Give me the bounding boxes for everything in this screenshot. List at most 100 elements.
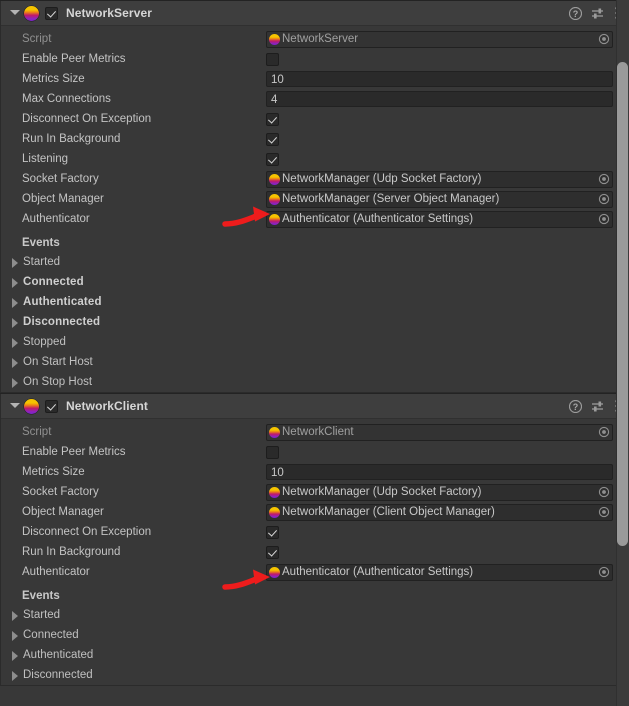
foldout-arrow-icon[interactable] — [7, 399, 21, 413]
object-picker-icon[interactable] — [596, 566, 611, 578]
object-picker-icon-glyph — [598, 213, 609, 225]
event-foldout-row[interactable]: Authenticated — [0, 645, 629, 665]
property-field: NetworkManager (Udp Socket Factory) — [266, 483, 629, 501]
object-reference-field[interactable]: NetworkClient — [266, 423, 613, 441]
property-checkbox[interactable] — [266, 525, 279, 539]
object-picker-icon[interactable] — [596, 486, 611, 498]
preset-icon[interactable] — [591, 400, 605, 413]
property-field — [266, 545, 629, 559]
property-field: NetworkServer — [266, 30, 629, 48]
property-label: Run In Background — [22, 133, 121, 145]
script-component-icon — [24, 398, 39, 414]
property-label: Script — [22, 33, 52, 45]
property-row: Authenticator Authenticator (Authenticato… — [0, 209, 629, 229]
property-rows: Script NetworkClient Enable Peer Metrics Me… — [0, 419, 629, 584]
chevron-right-icon[interactable] — [8, 336, 20, 348]
event-foldout-row[interactable]: Connected — [0, 272, 629, 292]
object-reference-field[interactable]: NetworkManager (Client Object Manager) — [266, 503, 613, 521]
property-input[interactable]: 10 — [266, 464, 613, 480]
property-checkbox[interactable] — [266, 445, 279, 459]
preset-icon-glyph — [592, 401, 603, 411]
chevron-right-icon[interactable] — [8, 376, 20, 388]
property-label: Listening — [22, 153, 69, 165]
help-icon[interactable]: ? — [569, 6, 582, 20]
property-row: Socket Factory NetworkManager (Udp Socket… — [0, 482, 629, 502]
chevron-right-icon[interactable] — [8, 356, 20, 368]
event-foldout-row[interactable]: Connected — [0, 625, 629, 645]
chevron-right-icon[interactable] — [8, 276, 20, 288]
chevron-right-icon[interactable] — [8, 649, 20, 661]
property-label: Script — [22, 426, 52, 438]
event-foldout-row[interactable]: Started — [0, 605, 629, 625]
help-icon[interactable]: ? — [569, 399, 582, 413]
script-asset-icon — [269, 193, 280, 205]
object-reference-field[interactable]: NetworkManager (Udp Socket Factory) — [266, 483, 613, 501]
foldout-arrow-icon[interactable] — [7, 6, 21, 20]
object-reference-label: Authenticator (Authenticator Settings) — [282, 566, 474, 578]
chevron-right-icon[interactable] — [8, 316, 20, 328]
object-picker-icon-glyph — [598, 193, 609, 205]
component-networkclient: NetworkClient? Script NetworkClient Enable … — [0, 393, 629, 686]
event-foldout-row[interactable]: On Stop Host — [0, 372, 629, 392]
property-label: Authenticator — [22, 566, 90, 578]
object-reference-field[interactable]: Authenticator (Authenticator Settings) — [266, 563, 613, 581]
object-reference-label: NetworkServer — [282, 33, 359, 45]
vertical-scrollbar-thumb[interactable] — [617, 62, 628, 546]
chevron-right-icon[interactable] — [8, 669, 20, 681]
object-picker-icon[interactable] — [596, 506, 611, 518]
property-field — [266, 525, 629, 539]
event-label: Disconnected — [23, 316, 101, 328]
property-field — [266, 52, 629, 66]
object-reference-label: NetworkClient — [282, 426, 354, 438]
object-picker-icon[interactable] — [596, 33, 611, 45]
event-foldout-row[interactable]: Started — [0, 252, 629, 272]
script-asset-icon — [269, 566, 280, 578]
svg-text:?: ? — [573, 8, 579, 18]
chevron-right-icon[interactable] — [8, 256, 20, 268]
object-picker-icon[interactable] — [596, 193, 611, 205]
property-label: Run In Background — [22, 546, 121, 558]
property-label: Disconnect On Exception — [22, 526, 152, 538]
object-picker-icon[interactable] — [596, 426, 611, 438]
property-label: Socket Factory — [22, 486, 99, 498]
property-label: Enable Peer Metrics — [22, 446, 126, 458]
preset-icon[interactable] — [591, 7, 605, 20]
chevron-right-icon[interactable] — [8, 609, 20, 621]
event-foldout-row[interactable]: Disconnected — [0, 312, 629, 332]
object-reference-label: NetworkManager (Client Object Manager) — [282, 506, 495, 518]
chevron-right-icon[interactable] — [8, 296, 20, 308]
property-field: 4 — [266, 91, 629, 107]
event-label: Connected — [23, 629, 79, 641]
component-title: NetworkClient — [66, 399, 148, 413]
component-enabled-checkbox[interactable] — [45, 399, 58, 413]
event-label: Stopped — [23, 336, 66, 348]
property-input[interactable]: 10 — [266, 71, 613, 87]
object-reference-field[interactable]: NetworkServer — [266, 30, 613, 48]
object-reference-field[interactable]: NetworkManager (Udp Socket Factory) — [266, 170, 613, 188]
script-asset-icon — [269, 173, 280, 185]
property-checkbox[interactable] — [266, 132, 279, 146]
component-enabled-checkbox[interactable] — [45, 6, 58, 20]
object-reference-field[interactable]: Authenticator (Authenticator Settings) — [266, 210, 613, 228]
event-foldout-row[interactable]: On Start Host — [0, 352, 629, 372]
property-checkbox[interactable] — [266, 545, 279, 559]
object-picker-icon-glyph — [598, 426, 609, 438]
object-reference-field[interactable]: NetworkManager (Server Object Manager) — [266, 190, 613, 208]
chevron-right-icon[interactable] — [8, 629, 20, 641]
property-checkbox[interactable] — [266, 152, 279, 166]
event-foldout-row[interactable]: Disconnected — [0, 665, 629, 685]
object-picker-icon[interactable] — [596, 173, 611, 185]
event-foldout-row[interactable]: Authenticated — [0, 292, 629, 312]
property-field: NetworkClient — [266, 423, 629, 441]
event-foldout-row[interactable]: Stopped — [0, 332, 629, 352]
object-picker-icon[interactable] — [596, 213, 611, 225]
vertical-scrollbar-track[interactable] — [616, 0, 629, 706]
component-header[interactable]: NetworkClient? — [0, 394, 629, 419]
property-label: Enable Peer Metrics — [22, 53, 126, 65]
property-checkbox[interactable] — [266, 112, 279, 126]
property-input[interactable]: 4 — [266, 91, 613, 107]
component-title: NetworkServer — [66, 6, 153, 20]
component-header[interactable]: NetworkServer? — [0, 1, 629, 26]
property-row: Script NetworkClient — [0, 422, 629, 442]
property-checkbox[interactable] — [266, 52, 279, 66]
